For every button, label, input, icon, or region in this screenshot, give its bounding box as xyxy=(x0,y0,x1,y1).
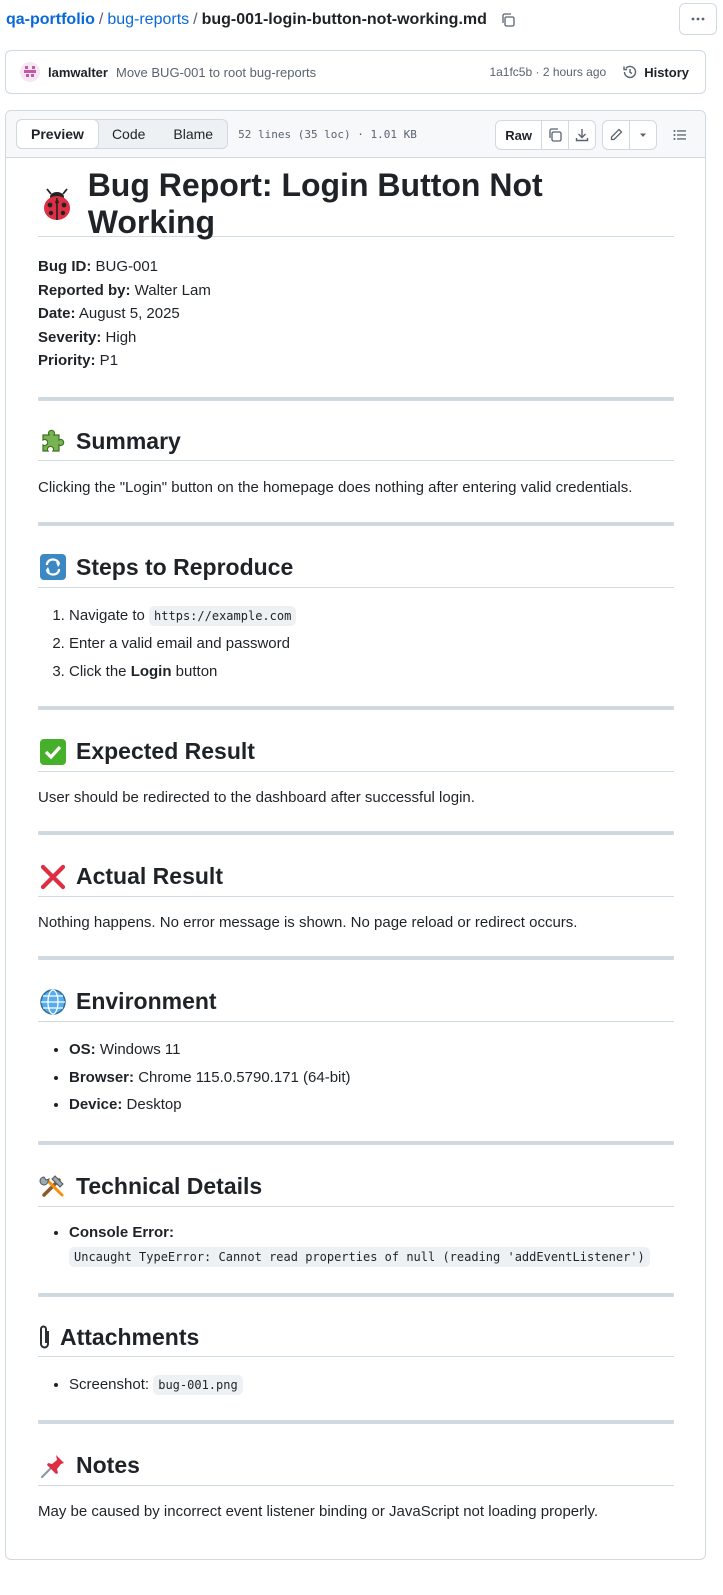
actual-text: Nothing happens. No error message is sho… xyxy=(38,914,578,931)
copy-icon xyxy=(549,128,562,142)
divider xyxy=(38,831,674,835)
copy-raw-button[interactable] xyxy=(541,121,568,149)
meta-date: Date: August 5, 2025 xyxy=(38,305,180,322)
view-mode-switcher: Preview Code Blame xyxy=(16,119,229,149)
cross-mark-icon xyxy=(38,862,68,892)
list-item: OS: Windows 11 xyxy=(69,1036,674,1064)
heading-steps: Steps to Reproduce xyxy=(38,548,674,588)
heading-attachments: Attachments xyxy=(38,1319,674,1357)
divider xyxy=(38,1140,674,1145)
divider xyxy=(38,956,674,960)
heading-summary: Summary xyxy=(38,423,674,461)
check-mark-icon xyxy=(38,737,68,767)
copy-path-icon[interactable] xyxy=(499,11,517,29)
file-toolbar: Raw xyxy=(489,120,693,150)
divider xyxy=(38,706,674,710)
list-item: Enter a valid email and password xyxy=(69,630,674,658)
tab-preview[interactable]: Preview xyxy=(16,119,99,149)
outline-button[interactable] xyxy=(667,121,693,149)
divider xyxy=(38,1420,674,1424)
heading-expected: Expected Result xyxy=(38,732,674,772)
commit-author-link[interactable]: lamwalter xyxy=(48,65,108,80)
list-item: Console Error:Uncaught TypeError: Cannot… xyxy=(69,1221,674,1269)
list-item: Navigate to https://example.com xyxy=(69,602,674,631)
history-label: History xyxy=(644,64,689,80)
breadcrumb-separator: / xyxy=(193,11,198,28)
heading-actual: Actual Result xyxy=(38,857,674,897)
doc-title: Bug Report: Login Button Not Working xyxy=(38,167,674,240)
meta-reported-by: Reported by: Walter Lam xyxy=(38,281,211,299)
list-item: Browser: Chrome 115.0.5790.171 (64-bit) xyxy=(69,1064,674,1092)
more-options-button[interactable] xyxy=(679,3,717,35)
meta-priority: Priority: P1 xyxy=(38,352,119,369)
breadcrumb-dir-link[interactable]: bug-reports xyxy=(107,11,189,29)
divider xyxy=(38,396,674,401)
technical-list: Console Error:Uncaught TypeError: Cannot… xyxy=(38,1221,674,1269)
download-button[interactable] xyxy=(568,121,595,149)
summary-text: Clicking the "Login" button on the homep… xyxy=(38,478,633,496)
steps-list: Navigate to https://example.com Enter a … xyxy=(38,602,674,686)
pushpin-icon xyxy=(38,1451,68,1481)
doc-title-text: Bug Report: Login Button Not Working xyxy=(87,166,543,240)
console-error-code: Uncaught TypeError: Cannot read properti… xyxy=(69,1246,650,1267)
breadcrumb: qa-portfolio / bug-reports / bug-001-log… xyxy=(6,8,517,32)
heading-environment: Environment xyxy=(38,982,674,1022)
file-info: 52 lines (35 loc) · 1.01 KB xyxy=(238,127,417,141)
avatar[interactable] xyxy=(20,62,40,82)
inline-code: bug-001.png xyxy=(153,1374,243,1395)
globe-icon xyxy=(38,987,68,1017)
triangle-down-icon xyxy=(640,133,646,137)
attachments-list: Screenshot: bug-001.png xyxy=(38,1371,674,1400)
history-button[interactable]: History xyxy=(622,64,689,80)
tab-blame[interactable]: Blame xyxy=(159,120,227,148)
list-item: Device: Desktop xyxy=(69,1091,674,1119)
breadcrumb-file-name: bug-001-login-button-not-working.md xyxy=(201,11,487,28)
lady-beetle-icon xyxy=(38,185,76,223)
edit-dropdown-button[interactable] xyxy=(629,121,656,149)
breadcrumb-separator: / xyxy=(98,11,104,28)
edit-file-button[interactable] xyxy=(603,121,629,149)
divider xyxy=(38,1292,674,1297)
list-item: Click the Login button xyxy=(69,658,674,686)
meta-severity: Severity: High xyxy=(38,328,137,346)
heading-technical: Technical Details xyxy=(38,1167,674,1207)
hammer-and-wrench-icon xyxy=(38,1171,68,1201)
download-icon xyxy=(575,129,589,142)
divider xyxy=(38,521,674,526)
pencil-icon xyxy=(610,128,623,141)
paperclip-icon xyxy=(38,1322,52,1352)
meta-bug-id: Bug ID: BUG-001 xyxy=(38,258,159,275)
puzzle-piece-icon xyxy=(38,426,68,456)
list-item: Screenshot: bug-001.png xyxy=(69,1371,674,1400)
commit-meta[interactable]: 1a1fc5b · 2 hours ago xyxy=(489,65,606,79)
inline-code: https://example.com xyxy=(149,605,297,626)
environment-list: OS: Windows 11 Browser: Chrome 115.0.579… xyxy=(38,1036,674,1119)
history-icon xyxy=(623,65,637,79)
repeat-arrows-icon xyxy=(38,552,68,582)
raw-button[interactable]: Raw xyxy=(496,121,541,149)
file-viewer-header: Preview Code Blame 52 lines (35 loc) · 1… xyxy=(6,111,705,158)
tab-code[interactable]: Code xyxy=(98,120,159,148)
list-unordered-icon xyxy=(673,130,686,140)
commit-message-link[interactable]: Move BUG-001 to root bug-reports xyxy=(116,65,316,80)
kebab-horizontal-icon xyxy=(691,17,705,21)
bug-meta: Bug ID: BUG-001 Reported by: Walter Lam … xyxy=(38,255,674,373)
markdown-body: Bug Report: Login Button Not Working Bug… xyxy=(38,167,674,1520)
notes-text: May be caused by incorrect event listene… xyxy=(38,1503,599,1520)
heading-notes: Notes xyxy=(38,1446,674,1486)
latest-commit-bar: lamwalter Move BUG-001 to root bug-repor… xyxy=(5,50,706,94)
expected-text: User should be redirected to the dashboa… xyxy=(38,789,475,806)
breadcrumb-repo-link[interactable]: qa-portfolio xyxy=(6,11,95,29)
file-viewer: Preview Code Blame 52 lines (35 loc) · 1… xyxy=(5,110,706,1560)
